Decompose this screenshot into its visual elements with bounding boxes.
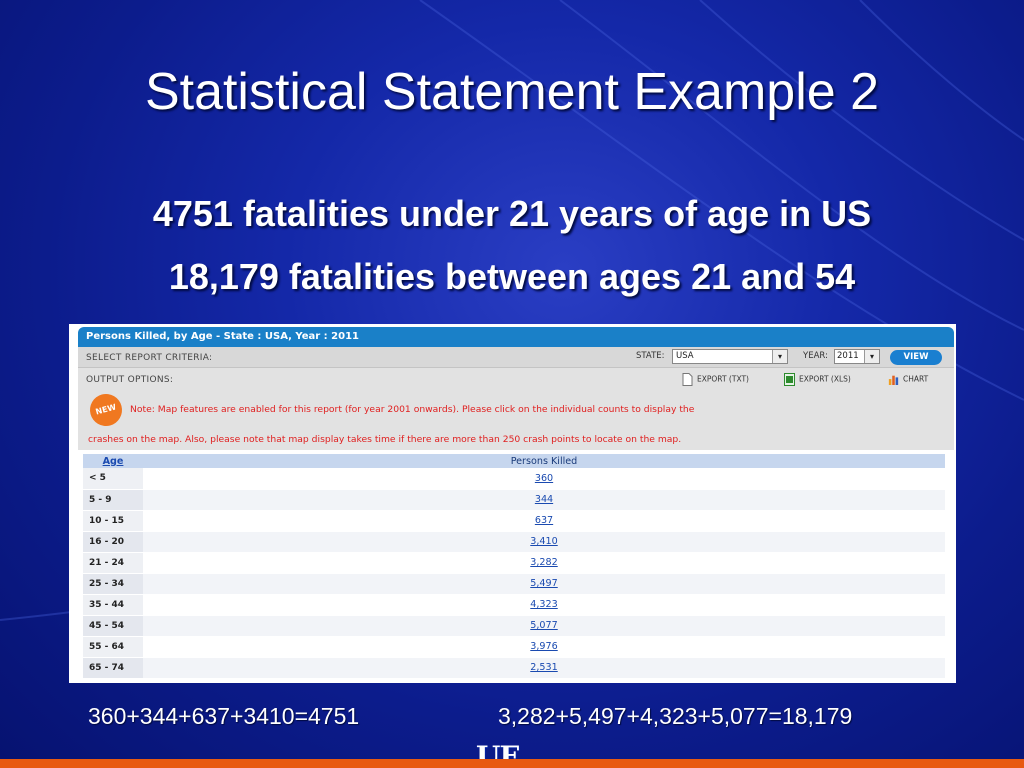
table-row: 65 - 74 2,531 (83, 657, 945, 679)
persons-killed-link[interactable]: 3,976 (143, 636, 945, 658)
chart-label: CHART (903, 374, 929, 384)
age-cell: 35 - 44 (83, 594, 143, 616)
age-cell: 55 - 64 (83, 636, 143, 658)
export-xls-link[interactable]: EXPORT (XLS) (784, 373, 851, 386)
persons-killed-link[interactable]: 344 (143, 489, 945, 511)
map-note-line-2: crashes on the map. Also, please note th… (88, 434, 682, 445)
persons-killed-link[interactable]: 637 (143, 510, 945, 532)
state-select[interactable]: USA ▾ (672, 349, 788, 364)
export-xls-label: EXPORT (XLS) (799, 374, 851, 384)
fatalities-under-21-statement: 4751 fatalities under 21 years of age in… (152, 193, 872, 234)
year-select-value: 2011 (837, 351, 859, 361)
map-note-line-1: Note: Map features are enabled for this … (130, 404, 695, 415)
persons-killed-link[interactable]: 5,077 (143, 615, 945, 637)
persons-killed-link[interactable]: 4,323 (143, 594, 945, 616)
chevron-down-icon[interactable]: ▾ (772, 350, 787, 363)
age-cell: 25 - 34 (83, 573, 143, 595)
age-cell: 21 - 24 (83, 552, 143, 574)
persons-killed-link[interactable]: 5,497 (143, 573, 945, 595)
table-row: 55 - 64 3,976 (83, 636, 945, 658)
slide-title: Statistical Statement Example 2 (144, 63, 880, 121)
view-button[interactable]: VIEW (890, 350, 942, 365)
persons-killed-table: Age Persons Killed < 5 360 5 - 9 344 10 … (83, 454, 945, 679)
persons-killed-link[interactable]: 3,410 (143, 531, 945, 553)
report-criteria-bar: SELECT REPORT CRITERIA: STATE: USA ▾ YEA… (78, 347, 954, 368)
new-badge: NEW (86, 390, 126, 430)
year-select[interactable]: 2011 ▾ (834, 349, 880, 364)
age-cell: < 5 (83, 468, 143, 490)
fatalities-21-54-statement: 18,179 fatalities between ages 21 and 54 (168, 256, 856, 297)
bar-chart-icon (888, 375, 899, 385)
table-row: 5 - 9 344 (83, 489, 945, 511)
table-row: 45 - 54 5,077 (83, 615, 945, 637)
table-row: 10 - 15 637 (83, 510, 945, 532)
state-label: STATE: (636, 351, 665, 361)
table-row: 16 - 20 3,410 (83, 531, 945, 553)
chevron-down-icon[interactable]: ▾ (864, 350, 879, 363)
table-row: 25 - 34 5,497 (83, 573, 945, 595)
export-txt-label: EXPORT (TXT) (697, 374, 749, 384)
output-options-label: OUTPUT OPTIONS: (86, 375, 174, 385)
sum-under-21: 360+344+637+3410=4751 (88, 703, 360, 729)
sum-21-to-54: 3,282+5,497+4,323+5,077=18,179 (498, 703, 853, 729)
table-row: 21 - 24 3,282 (83, 552, 945, 574)
document-icon (682, 373, 693, 386)
table-row: < 5 360 (83, 468, 945, 490)
select-criteria-label: SELECT REPORT CRITERIA: (86, 353, 213, 363)
persons-killed-link[interactable]: 360 (143, 468, 945, 490)
report-screenshot: Persons Killed, by Age - State : USA, Ye… (69, 324, 956, 683)
report-header: Persons Killed, by Age - State : USA, Ye… (78, 327, 954, 347)
spreadsheet-icon (784, 373, 795, 386)
output-options-panel: OUTPUT OPTIONS: EXPORT (TXT) EXPORT (XLS… (78, 368, 954, 450)
persons-killed-link[interactable]: 2,531 (143, 657, 945, 679)
table-row: 35 - 44 4,323 (83, 594, 945, 616)
year-label: YEAR: (803, 351, 828, 361)
persons-killed-column-header: Persons Killed (143, 454, 945, 468)
age-column-header[interactable]: Age (83, 454, 143, 468)
table-header-row: Age Persons Killed (83, 454, 945, 468)
age-cell: 5 - 9 (83, 489, 143, 511)
age-cell: 65 - 74 (83, 657, 143, 679)
age-cell: 16 - 20 (83, 531, 143, 553)
chart-link[interactable]: CHART (888, 373, 928, 386)
state-select-value: USA (676, 351, 694, 361)
age-cell: 45 - 54 (83, 615, 143, 637)
bottom-accent-bar (0, 759, 1024, 768)
export-txt-link[interactable]: EXPORT (TXT) (682, 373, 749, 386)
persons-killed-link[interactable]: 3,282 (143, 552, 945, 574)
age-cell: 10 - 15 (83, 510, 143, 532)
